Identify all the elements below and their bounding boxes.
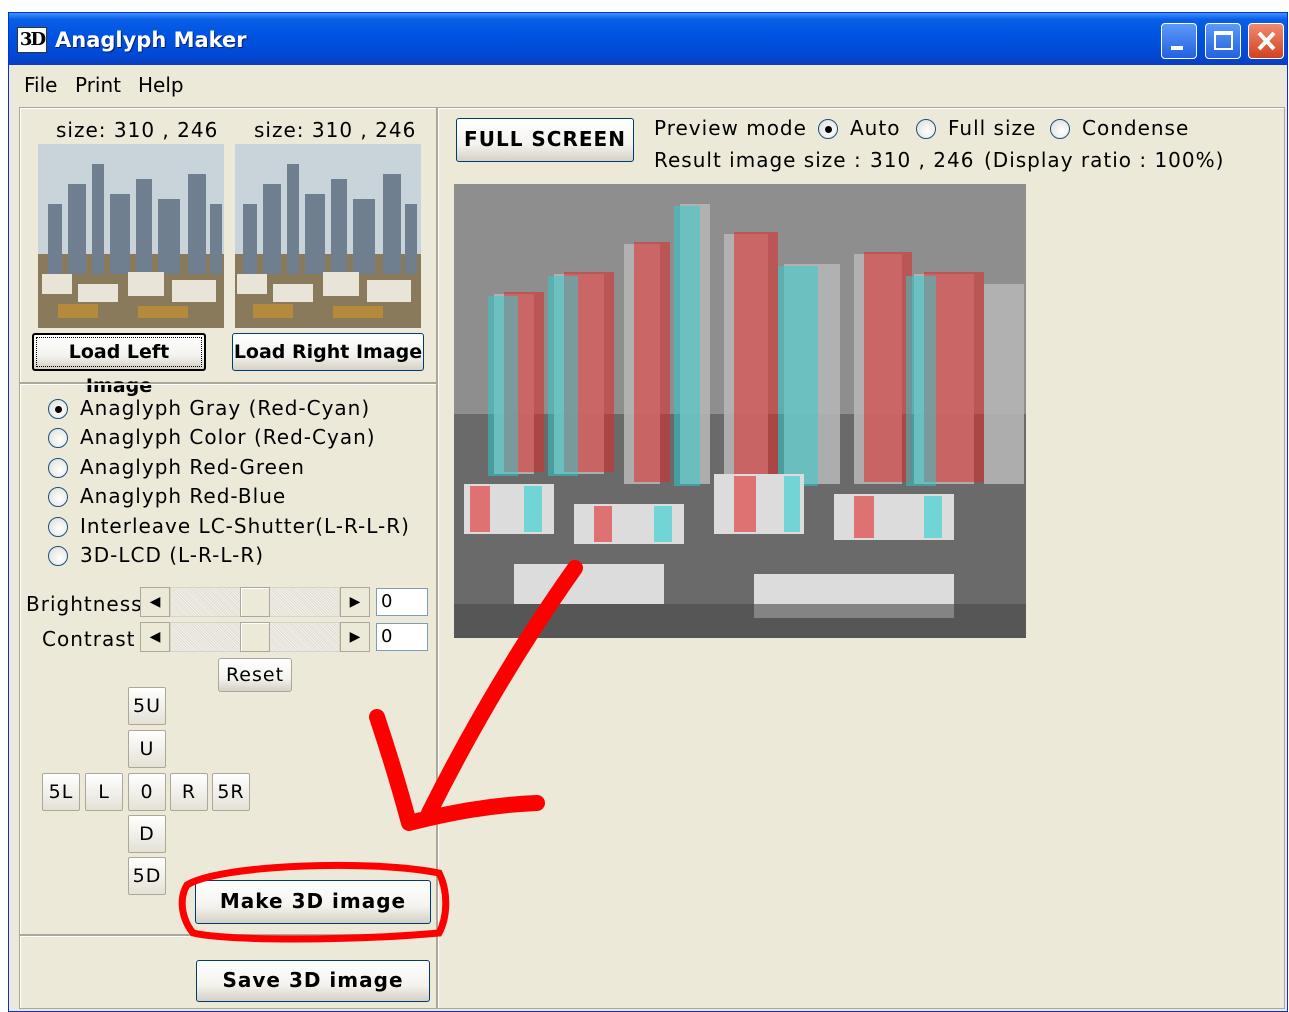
menu-file[interactable]: File <box>24 73 57 97</box>
contrast-slider-track[interactable] <box>170 622 340 652</box>
window-title: Anaglyph Maker <box>55 28 247 52</box>
arrow-right-icon: ▶ <box>349 594 361 610</box>
radio-icon <box>48 487 68 507</box>
image-load-panel: size: 310 , 246 size: 310 , 246 Load Lef… <box>19 107 437 397</box>
radio-icon <box>48 399 68 419</box>
shift-right-5-button[interactable]: 5R <box>212 773 250 811</box>
radio-icon <box>818 119 838 139</box>
brightness-slider-thumb[interactable] <box>240 587 270 617</box>
save-panel: Save 3D image <box>19 935 437 1009</box>
contrast-decrease-button[interactable]: ◀ <box>140 622 170 652</box>
shift-left-5-button[interactable]: 5L <box>42 773 80 811</box>
maximize-icon <box>1214 31 1233 50</box>
arrow-right-icon: ▶ <box>349 629 361 645</box>
radio-icon <box>48 517 68 537</box>
brightness-decrease-button[interactable]: ◀ <box>140 587 170 617</box>
shift-right-button[interactable]: R <box>170 773 208 811</box>
brightness-increase-button[interactable]: ▶ <box>340 587 370 617</box>
shift-down-5-button[interactable]: 5D <box>128 857 166 895</box>
arrow-left-icon: ◀ <box>149 594 161 610</box>
settings-panel: Anaglyph Gray (Red-Cyan) Anaglyph Color … <box>19 383 437 935</box>
minimize-icon <box>1171 46 1183 50</box>
brightness-slider-track[interactable] <box>170 587 340 617</box>
close-button[interactable] <box>1248 23 1284 59</box>
radio-icon <box>48 546 68 566</box>
right-size-label: size: 310 , 246 <box>254 118 417 142</box>
result-size-label: Result image size : <box>654 148 862 172</box>
app-window: 3D Anaglyph Maker File Print Help size: … <box>8 12 1288 1012</box>
anaglyph-preview-image <box>454 184 1026 638</box>
app-logo-icon: 3D <box>17 27 47 53</box>
radio-icon <box>916 119 936 139</box>
menu-bar: File Print Help <box>9 65 1287 103</box>
shift-reset-button[interactable]: 0 <box>128 773 166 811</box>
contrast-slider-thumb[interactable] <box>240 622 270 652</box>
radio-icon <box>48 428 68 448</box>
minimize-button[interactable] <box>1161 23 1197 59</box>
radio-icon <box>48 458 68 478</box>
make-3d-image-button[interactable]: Make 3D image <box>195 880 431 924</box>
brightness-label: Brightness <box>26 592 143 616</box>
full-screen-button[interactable]: FULL SCREEN <box>456 118 634 162</box>
save-3d-image-button[interactable]: Save 3D image <box>196 960 430 1002</box>
result-size-value: 310 , 246 <box>870 148 975 172</box>
close-icon <box>1257 31 1276 51</box>
shift-up-5-button[interactable]: 5U <box>128 687 166 725</box>
right-image-thumbnail <box>235 144 421 328</box>
preview-panel: FULL SCREEN Preview mode Auto Full size … <box>437 107 1285 1009</box>
preview-mode-label: Preview mode <box>654 116 807 140</box>
brightness-value-field[interactable]: 0 <box>376 588 428 616</box>
contrast-increase-button[interactable]: ▶ <box>340 622 370 652</box>
title-bar[interactable]: 3D Anaglyph Maker <box>9 13 1287 65</box>
contrast-label: Contrast <box>42 627 136 651</box>
left-image-thumbnail <box>38 144 224 328</box>
shift-down-button[interactable]: D <box>128 815 166 853</box>
maximize-button[interactable] <box>1205 23 1241 59</box>
radio-icon <box>1050 119 1070 139</box>
load-right-image-button[interactable]: Load Right Image <box>232 333 424 371</box>
shift-up-button[interactable]: U <box>128 730 166 768</box>
display-ratio-label: (Display ratio : 100%) <box>984 148 1225 172</box>
reset-button[interactable]: Reset <box>218 658 292 692</box>
menu-help[interactable]: Help <box>138 73 184 97</box>
shift-left-button[interactable]: L <box>85 773 123 811</box>
contrast-value-field[interactable]: 0 <box>376 623 428 651</box>
arrow-left-icon: ◀ <box>149 629 161 645</box>
left-size-label: size: 310 , 246 <box>56 118 219 142</box>
menu-print[interactable]: Print <box>75 73 121 97</box>
load-left-image-button[interactable]: Load Left Image <box>32 333 206 397</box>
